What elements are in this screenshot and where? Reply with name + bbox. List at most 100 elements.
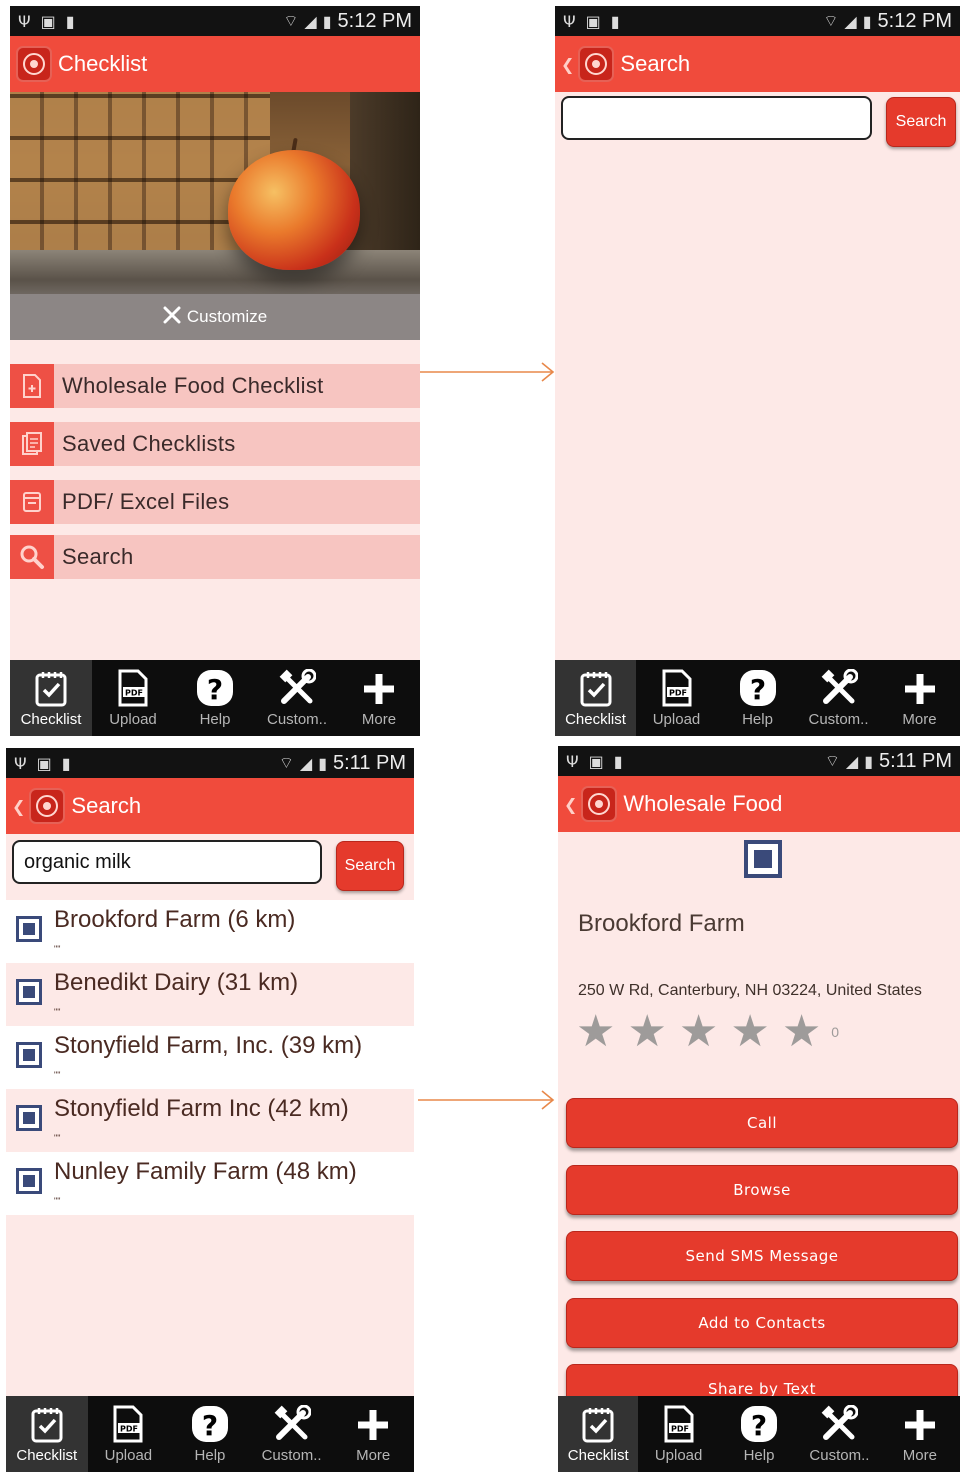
list-item[interactable]: Nunley Family Farm (48 km) "" [6, 1152, 414, 1215]
detail-screen: Ψ ▣ ▮ ⌔ ◢ ▮ 5:11 PM ❮ Wholesale Food Bro… [558, 746, 960, 1472]
tools-icon [820, 1403, 859, 1443]
tab-checklist[interactable]: Checklist [558, 1396, 639, 1472]
page-title: Search [620, 51, 691, 76]
star-icon[interactable]: ★ [627, 1010, 666, 1054]
tab-label: Custom.. [266, 711, 327, 728]
tab-label: Help [742, 711, 773, 728]
tab-label: More [902, 711, 937, 728]
app-logo-icon[interactable] [581, 786, 618, 822]
page-title: Wholesale Food [623, 791, 783, 816]
menu-item-wholesale-food-checklist[interactable]: Wholesale Food Checklist [10, 364, 420, 408]
signal-icon: ◢ [845, 751, 859, 771]
result-subtitle: "" [54, 1196, 61, 1206]
tab-more[interactable]: More [332, 1396, 414, 1472]
usb-icon: Ψ [18, 11, 31, 31]
tab-checklist[interactable]: Checklist [10, 660, 92, 736]
rating-count: 0 [831, 1024, 840, 1040]
search-button[interactable]: Search [336, 841, 404, 891]
search-button[interactable]: Search [886, 97, 956, 147]
place-icon [16, 1105, 42, 1136]
star-icon[interactable]: ★ [730, 1010, 769, 1054]
customize-button[interactable]: Customize [10, 294, 420, 340]
result-subtitle: "" [54, 944, 61, 954]
star-icon[interactable]: ★ [576, 1010, 615, 1054]
menu-item-search[interactable]: Search [10, 535, 420, 579]
tab-upload[interactable]: PDF Upload [88, 1396, 170, 1472]
list-item[interactable]: Brookford Farm (6 km) "" [6, 900, 414, 963]
tab-label: Upload [654, 1447, 703, 1464]
page-title: Checklist [58, 51, 148, 76]
result-subtitle: "" [54, 1070, 61, 1080]
send-sms-button[interactable]: Send SMS Message [566, 1231, 958, 1281]
add-to-contacts-button[interactable]: Add to Contacts [566, 1298, 958, 1348]
svg-text:?: ? [202, 1409, 218, 1442]
call-button[interactable]: Call [566, 1098, 958, 1148]
tools-icon [278, 667, 316, 707]
tab-help[interactable]: ? Help [174, 660, 256, 736]
usb-icon: Ψ [566, 751, 579, 771]
status-bar: Ψ ▣ ▮ ⌔ ◢ ▮ 5:12 PM [10, 6, 420, 36]
star-icon[interactable]: ★ [782, 1010, 821, 1054]
status-bar: Ψ ▣ ▮ ⌔ ◢ ▮ 5:12 PM [555, 6, 960, 36]
rating-stars[interactable]: ★ ★ ★ ★ ★ 0 [576, 1010, 839, 1054]
tab-help[interactable]: ? Help [169, 1396, 251, 1472]
signal-icon: ◢ [299, 753, 313, 773]
usb-icon: Ψ [563, 11, 576, 31]
pdf-upload-icon: PDF [111, 1403, 145, 1443]
list-item[interactable]: Stonyfield Farm Inc (42 km) "" [6, 1089, 414, 1152]
tab-more[interactable]: More [879, 660, 960, 736]
tab-help[interactable]: ? Help [719, 1396, 799, 1472]
menu-item-label: PDF/ Excel Files [62, 489, 230, 514]
search-input[interactable] [561, 96, 872, 140]
tools-icon [820, 667, 858, 707]
tab-upload[interactable]: PDF Upload [636, 660, 717, 736]
page-title: Search [71, 793, 142, 818]
tab-checklist[interactable]: Checklist [555, 660, 636, 736]
tab-more[interactable]: More [338, 660, 420, 736]
tab-upload[interactable]: PDF Upload [638, 1396, 718, 1472]
tab-customize[interactable]: Custom.. [799, 1396, 879, 1472]
battery-icon: ▮ [322, 11, 332, 31]
search-icon [10, 535, 54, 579]
result-subtitle: "" [54, 1133, 61, 1143]
tab-upload[interactable]: PDF Upload [92, 660, 174, 736]
menu-item-saved-checklists[interactable]: Saved Checklists [10, 422, 420, 466]
app-logo-icon[interactable] [16, 46, 52, 82]
list-item[interactable]: Benedikt Dairy (31 km) "" [6, 963, 414, 1026]
flow-arrow [420, 362, 555, 382]
back-icon[interactable]: ❮ [12, 797, 25, 816]
tab-checklist[interactable]: Checklist [6, 1396, 88, 1472]
plus-icon [902, 667, 938, 707]
place-icon [16, 1042, 42, 1073]
tab-label: Checklist [20, 711, 82, 728]
tab-customize[interactable]: Custom.. [251, 1396, 333, 1472]
tab-more[interactable]: More [880, 1396, 960, 1472]
result-title: Stonyfield Farm, Inc. (39 km) [54, 1032, 363, 1059]
svg-text:?: ? [751, 1409, 767, 1442]
tab-bar: Checklist PDF Upload ? Help Custom.. Mor… [555, 660, 960, 736]
app-logo-icon[interactable] [29, 788, 66, 824]
menu-item-pdf-excel-files[interactable]: PDF/ Excel Files [10, 480, 420, 524]
tools-icon [273, 1403, 311, 1443]
tab-bar: Checklist PDF Upload ? Help Custom.. Mor… [558, 1396, 960, 1472]
app-logo-icon[interactable] [578, 46, 615, 82]
tab-label: More [902, 1447, 937, 1464]
star-icon[interactable]: ★ [679, 1010, 718, 1054]
signal-icon: ◢ [844, 11, 857, 31]
checklist-icon [581, 1403, 615, 1443]
tab-help[interactable]: ? Help [717, 660, 798, 736]
list-item[interactable]: Stonyfield Farm, Inc. (39 km) "" [6, 1026, 414, 1089]
tab-customize[interactable]: Custom.. [256, 660, 338, 736]
customize-label: Customize [186, 307, 268, 326]
browse-button[interactable]: Browse [566, 1165, 958, 1215]
status-time: 5:11 PM [333, 751, 406, 774]
menu-item-label: Saved Checklists [62, 431, 236, 456]
search-input[interactable] [12, 840, 322, 884]
svg-text:?: ? [749, 673, 765, 706]
back-icon[interactable]: ❮ [561, 55, 574, 74]
help-icon: ? [739, 667, 777, 707]
tab-customize[interactable]: Custom.. [798, 660, 879, 736]
back-icon[interactable]: ❮ [564, 795, 577, 814]
result-title: Nunley Family Farm (48 km) [54, 1158, 357, 1185]
image-icon: ▣ [585, 11, 601, 31]
